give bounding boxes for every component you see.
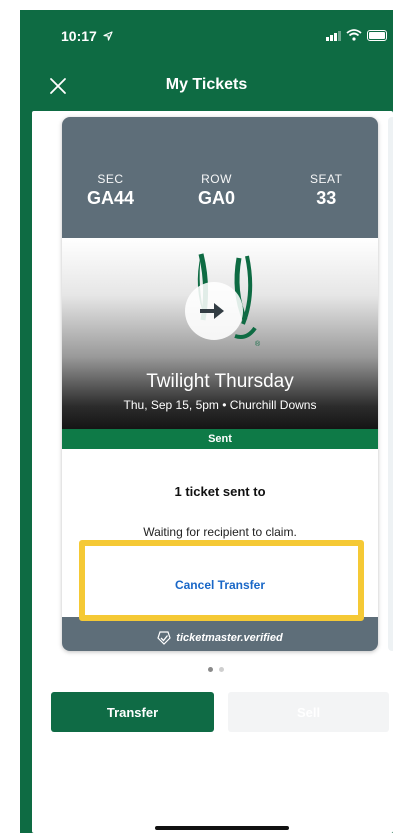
verified-check-icon — [157, 631, 171, 645]
pager-dots — [208, 667, 224, 672]
home-indicator — [155, 826, 289, 830]
seat-info: SEC GA44 ROW GA0 SEAT 33 — [62, 150, 378, 238]
svg-text:®: ® — [255, 340, 261, 348]
row-column: ROW GA0 — [198, 172, 235, 209]
app-frame: 10:17 My Tickets SEC GA44 ROW GA0 SEAT 3… — [20, 10, 393, 833]
arrow-right-icon — [200, 303, 224, 319]
sec-column: SEC GA44 — [87, 172, 134, 209]
sec-label: SEC — [97, 172, 124, 186]
sell-button[interactable]: Sell — [228, 692, 389, 732]
cellular-signal-icon — [326, 30, 341, 41]
status-time: 10:17 — [61, 28, 113, 44]
seat-label: SEAT — [310, 172, 343, 186]
seat-value: 33 — [316, 188, 337, 208]
verified-footer: ticketmaster.verified — [62, 617, 378, 651]
event-subtitle: Thu, Sep 15, 5pm • Churchill Downs — [123, 398, 317, 412]
wifi-icon — [346, 29, 362, 41]
ticket-card[interactable]: SEC GA44 ROW GA0 SEAT 33 ® Twilight Thur… — [62, 117, 378, 651]
card-header — [62, 117, 378, 150]
main-content: SEC GA44 ROW GA0 SEAT 33 ® Twilight Thur… — [32, 111, 393, 833]
pager-dot-active[interactable] — [208, 667, 213, 672]
verified-label: ticketmaster.verified — [176, 632, 283, 644]
waiting-message: Waiting for recipient to claim. — [143, 525, 297, 539]
status-badge: Sent — [62, 429, 378, 449]
location-arrow-icon — [103, 31, 113, 41]
row-value: GA0 — [198, 188, 236, 208]
transfer-arrow-badge — [185, 282, 243, 340]
status-bar: 10:17 — [20, 10, 393, 60]
sent-message: 1 ticket sent to — [174, 484, 266, 499]
transfer-button[interactable]: Transfer — [51, 692, 214, 732]
battery-icon — [367, 30, 387, 41]
event-title: Twilight Thursday — [146, 371, 294, 392]
pager-dot[interactable] — [219, 667, 224, 672]
time-text: 10:17 — [61, 28, 97, 44]
status-icons — [326, 29, 387, 41]
row-label: ROW — [201, 172, 232, 186]
nav-bar: My Tickets — [20, 65, 393, 111]
sec-value: GA44 — [87, 188, 135, 208]
event-hero: ® Twilight Thursday Thu, Sep 15, 5pm • C… — [62, 238, 378, 429]
cancel-highlight-frame — [79, 540, 364, 621]
seat-column: SEAT 33 — [310, 172, 342, 209]
page-title: My Tickets — [165, 76, 248, 93]
next-ticket-card-peek[interactable] — [388, 117, 393, 651]
